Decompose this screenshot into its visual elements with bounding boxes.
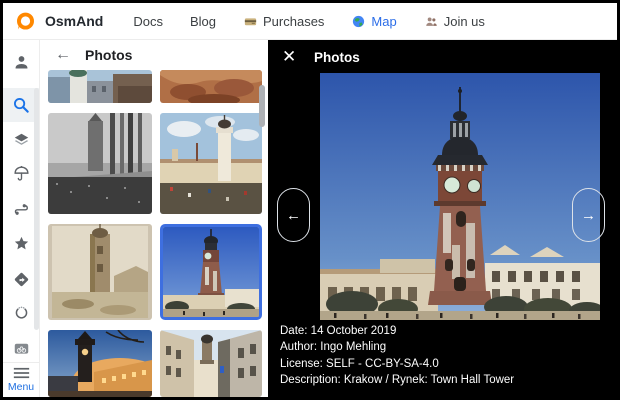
sidebar-item-layers[interactable] <box>8 126 35 154</box>
star-icon <box>12 234 31 253</box>
sidebar-item-account[interactable] <box>8 48 35 76</box>
search-icon <box>11 95 31 115</box>
main-photo-image <box>320 73 600 320</box>
layers-icon <box>12 131 31 150</box>
sidebar-item-directions[interactable] <box>8 265 35 293</box>
photo-viewer: ✕ Photos <box>268 40 617 397</box>
close-icon[interactable]: ✕ <box>282 48 296 65</box>
thumbnail-image <box>163 227 259 317</box>
sidebar-scrollbar[interactable] <box>34 88 39 330</box>
photos-panel: ← Photos <box>40 40 268 397</box>
umbrella-icon <box>12 164 31 183</box>
photo-metadata: Date: 14 October 2019 Author: Ingo Mehli… <box>280 323 514 389</box>
photo-thumbnail-4[interactable] <box>160 113 262 214</box>
app-window: OsmAnd Docs Blog Purchases Map <box>0 0 620 400</box>
join-us-icon <box>424 14 439 29</box>
thumbnail-image <box>48 113 152 214</box>
meta-date: Date: 14 October 2019 <box>280 323 514 339</box>
arrow-left-icon: ← <box>286 207 301 224</box>
meta-author: Author: Ingo Mehling <box>280 339 514 355</box>
account-icon <box>12 53 31 72</box>
previous-photo-button[interactable]: ← <box>277 188 310 242</box>
nav-purchases[interactable]: Purchases <box>243 14 324 29</box>
plan-route-icon <box>12 304 31 323</box>
photos-panel-title: Photos <box>85 47 132 63</box>
photos-scrollbar[interactable] <box>259 85 265 127</box>
main-photo <box>320 73 600 320</box>
photo-thumbnail-3[interactable] <box>48 113 152 214</box>
nav-blog[interactable]: Blog <box>190 14 216 29</box>
photo-thumbnail-6-selected[interactable] <box>160 224 262 320</box>
photos-panel-header: ← Photos <box>40 40 268 70</box>
sidebar-item-tracks[interactable] <box>8 194 35 222</box>
photo-grid <box>48 70 262 397</box>
nav-join-us[interactable]: Join us <box>424 14 485 29</box>
brand-title[interactable]: OsmAnd <box>45 13 103 29</box>
travel-badge-icon <box>12 339 31 358</box>
sidebar: Menu <box>3 40 40 397</box>
photo-thumbnail-2[interactable] <box>160 70 262 103</box>
directions-icon <box>12 270 31 289</box>
thumbnail-image <box>160 70 262 103</box>
nav-docs[interactable]: Docs <box>133 14 163 29</box>
photo-thumbnail-5[interactable] <box>48 224 152 320</box>
next-photo-button[interactable]: → <box>572 188 605 242</box>
back-arrow-icon[interactable]: ← <box>55 47 71 63</box>
route-icon <box>12 199 31 218</box>
sidebar-item-travel[interactable] <box>8 334 35 362</box>
nav-map[interactable]: Map <box>351 14 396 29</box>
globe-icon <box>351 14 366 29</box>
photo-thumbnail-1[interactable] <box>48 70 152 103</box>
meta-license: License: SELF - CC-BY-SA-4.0 <box>280 356 514 372</box>
thumbnail-image <box>160 113 262 214</box>
sidebar-menu-button[interactable]: Menu <box>3 362 39 397</box>
meta-description: Description: Krakow / Rynek: Town Hall T… <box>280 372 514 388</box>
viewer-title: Photos <box>314 50 360 65</box>
thumbnail-image <box>48 70 152 103</box>
photo-thumbnail-8[interactable] <box>160 330 262 397</box>
photo-thumbnail-7[interactable] <box>48 330 152 397</box>
sidebar-item-favorites[interactable] <box>8 229 35 257</box>
thumbnail-image <box>160 330 262 397</box>
thumbnail-image <box>48 330 152 397</box>
osmand-logo-icon[interactable] <box>15 11 36 32</box>
hamburger-menu-icon <box>13 367 30 379</box>
sidebar-item-weather[interactable] <box>8 159 35 187</box>
sidebar-item-plan-route[interactable] <box>8 299 35 327</box>
purchases-icon <box>243 14 258 29</box>
thumbnail-image <box>48 224 152 320</box>
arrow-right-icon: → <box>581 207 596 224</box>
menu-label: Menu <box>8 381 34 393</box>
topbar: OsmAnd Docs Blog Purchases Map <box>3 3 617 40</box>
